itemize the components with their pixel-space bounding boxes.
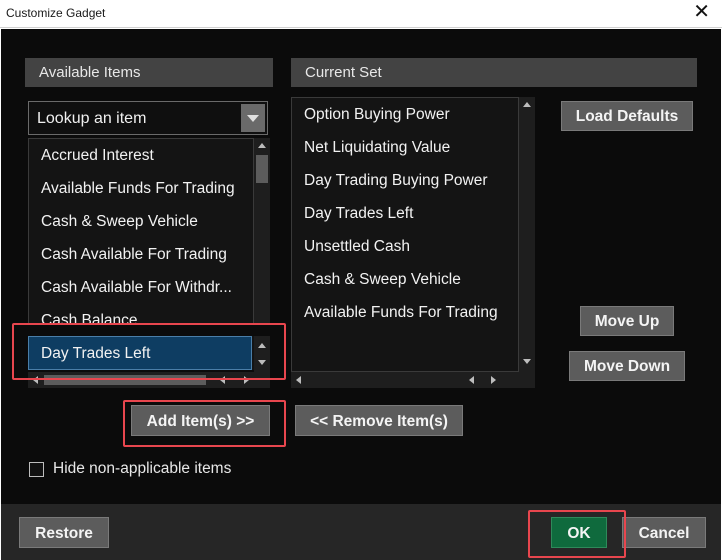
current-set-list[interactable]: Option Buying Power Net Liquidating Valu… — [291, 97, 519, 372]
current-set-header: Current Set — [291, 58, 697, 87]
list-item[interactable]: Day Trades Left — [292, 197, 518, 230]
available-items-header: Available Items — [25, 58, 273, 87]
available-vertical-scrollbar[interactable] — [254, 138, 270, 325]
move-down-button[interactable]: Move Down — [569, 351, 685, 381]
lookup-item-dropdown[interactable]: Lookup an item — [28, 101, 268, 135]
remove-items-button[interactable]: << Remove Item(s) — [295, 405, 463, 436]
restore-button[interactable]: Restore — [19, 517, 109, 548]
window-title: Customize Gadget — [6, 6, 106, 20]
scroll-up-icon[interactable] — [258, 143, 266, 148]
list-item[interactable]: Option Buying Power — [292, 98, 518, 131]
available-items-list[interactable]: Accrued Interest Available Funds For Tra… — [28, 138, 254, 325]
title-bar: Customize Gadget ✕ — [0, 0, 722, 28]
list-item[interactable]: Cash & Sweep Vehicle — [29, 205, 253, 238]
chevron-down-icon[interactable] — [241, 104, 265, 132]
lookup-placeholder: Lookup an item — [37, 110, 147, 127]
scroll-down-icon[interactable] — [523, 359, 531, 364]
list-item[interactable]: Accrued Interest — [29, 139, 253, 172]
scroll-thumb[interactable] — [256, 155, 268, 183]
hide-non-applicable-label: Hide non-applicable items — [53, 460, 232, 477]
list-item[interactable]: Day Trading Buying Power — [292, 164, 518, 197]
move-up-button[interactable]: Move Up — [580, 306, 674, 336]
current-horizontal-scrollbar[interactable] — [291, 372, 535, 388]
highlight-ok-button — [528, 510, 626, 558]
list-item[interactable]: Cash Available For Trading — [29, 238, 253, 271]
highlight-selected-item — [12, 323, 286, 380]
highlight-add-button — [123, 400, 286, 447]
list-item[interactable]: Cash Balance — [29, 304, 253, 324]
list-item[interactable]: Available Funds For Trading — [292, 296, 518, 329]
list-item[interactable]: Cash & Sweep Vehicle — [292, 263, 518, 296]
scroll-right-icon[interactable] — [491, 376, 496, 384]
list-item[interactable]: Cash Available For Withdr... — [29, 271, 253, 304]
scroll-left-icon[interactable] — [296, 376, 301, 384]
list-item[interactable]: Available Funds For Trading — [29, 172, 253, 205]
scroll-left-icon[interactable] — [469, 376, 474, 384]
hide-non-applicable-checkbox[interactable] — [29, 462, 44, 477]
list-item[interactable]: Unsettled Cash — [292, 230, 518, 263]
cancel-button[interactable]: Cancel — [622, 517, 706, 548]
current-vertical-scrollbar[interactable] — [519, 97, 535, 372]
close-icon[interactable]: ✕ — [693, 2, 710, 22]
load-defaults-button[interactable]: Load Defaults — [561, 101, 693, 131]
scroll-up-icon[interactable] — [523, 102, 531, 107]
list-item[interactable]: Net Liquidating Value — [292, 131, 518, 164]
